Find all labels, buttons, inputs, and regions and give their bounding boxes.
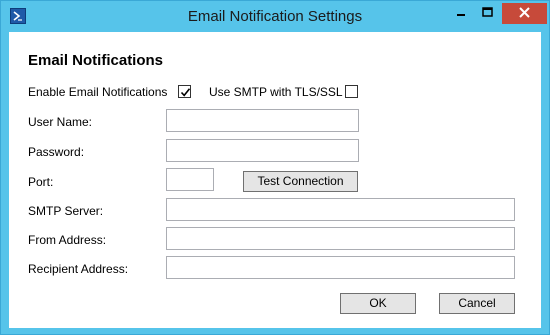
section-heading: Email Notifications: [28, 52, 164, 69]
test-connection-button[interactable]: Test Connection: [243, 171, 358, 192]
use-tls-label: Use SMTP with TLS/SSL: [209, 85, 343, 99]
from-address-label: From Address:: [28, 233, 107, 247]
use-tls-checkbox[interactable]: [345, 85, 358, 98]
recipient-address-label: Recipient Address:: [28, 262, 129, 276]
close-button[interactable]: [502, 3, 547, 24]
ok-button[interactable]: OK: [340, 293, 416, 314]
maximize-button[interactable]: [474, 3, 500, 23]
recipient-address-input[interactable]: [166, 256, 515, 279]
from-address-input[interactable]: [166, 227, 515, 250]
password-label: Password:: [28, 145, 85, 159]
port-input[interactable]: [166, 168, 214, 191]
dialog-window: Email Notification Settings Email Notifi…: [0, 0, 550, 335]
smtp-server-label: SMTP Server:: [28, 204, 104, 218]
enable-notifications-checkbox[interactable]: [178, 85, 191, 98]
username-label: User Name:: [28, 115, 93, 129]
dialog-content: Email Notifications Enable Email Notific…: [9, 32, 541, 328]
username-input[interactable]: [166, 109, 359, 132]
minimize-button[interactable]: [448, 3, 474, 23]
close-icon: [519, 5, 530, 23]
maximize-icon: [481, 4, 493, 22]
enable-notifications-label: Enable Email Notifications: [28, 85, 168, 99]
minimize-icon: [456, 4, 466, 22]
check-mark-icon: [180, 88, 191, 97]
smtp-server-input[interactable]: [166, 198, 515, 221]
password-input[interactable]: [166, 139, 359, 162]
title-bar[interactable]: Email Notification Settings: [1, 1, 549, 32]
cancel-button[interactable]: Cancel: [439, 293, 515, 314]
port-label: Port:: [28, 175, 54, 189]
